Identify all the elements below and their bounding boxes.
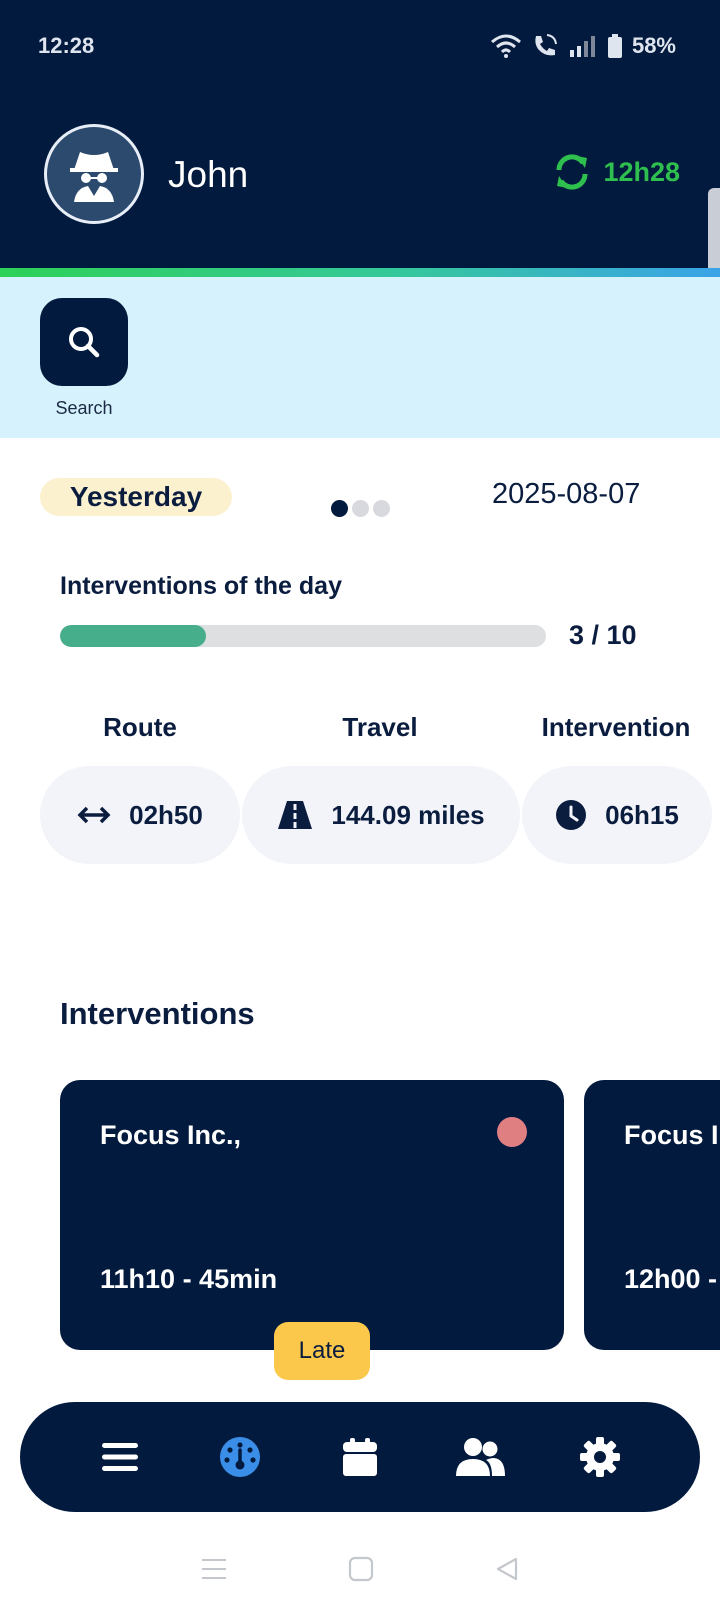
- nav-users[interactable]: [450, 1427, 510, 1487]
- app-header: 12:28 58% John 12h28: [0, 0, 720, 348]
- search-icon: [69, 327, 100, 358]
- day-date: 2025-08-07: [492, 478, 641, 510]
- status-time: 12:28: [38, 33, 95, 58]
- late-badge: Late: [274, 1322, 370, 1380]
- travel-stat: 144.09 miles: [242, 766, 520, 864]
- home-icon[interactable]: [348, 1556, 374, 1582]
- nav-dashboard[interactable]: [210, 1427, 270, 1487]
- bottom-nav: [20, 1402, 700, 1512]
- progress-track: [60, 625, 546, 647]
- accent-divider: [0, 268, 720, 277]
- route-label: Route: [103, 712, 177, 742]
- clock-icon: [556, 800, 587, 830]
- back-icon[interactable]: [494, 1556, 520, 1582]
- search-label: Search: [55, 398, 113, 418]
- calendar-icon: [343, 1438, 377, 1476]
- wifi-call-icon: [535, 34, 557, 56]
- interventions-title: Interventions: [60, 996, 255, 1031]
- progress-text: 3 / 10: [569, 620, 637, 650]
- card-status-dot: [497, 1117, 527, 1147]
- intervention-value: 06h15: [605, 799, 679, 830]
- quick-actions-bar: Search: [0, 277, 720, 438]
- progress-fill: [60, 625, 206, 647]
- nav-menu[interactable]: [90, 1427, 150, 1487]
- travel-label: Travel: [342, 712, 418, 742]
- sync-icon: [556, 154, 588, 190]
- intervention-label: Intervention: [541, 712, 691, 742]
- wifi-icon: [490, 34, 521, 58]
- nav-calendar[interactable]: [330, 1427, 390, 1487]
- incognito-user-icon: [70, 152, 118, 202]
- recents-icon[interactable]: [200, 1556, 228, 1582]
- system-nav-bar: [0, 1530, 720, 1608]
- arrows-horizontal-icon: [77, 806, 111, 824]
- card-company: Focus Inc.,: [100, 1120, 242, 1150]
- gear-icon: [580, 1437, 620, 1477]
- battery-percent: 58%: [631, 33, 676, 58]
- day-label: Yesterday: [40, 478, 232, 516]
- search-button[interactable]: [40, 298, 128, 386]
- intervention-card[interactable]: Focus Inc., 12h00 - 45min: [584, 1080, 720, 1350]
- battery-icon: [607, 34, 622, 58]
- road-icon: [278, 801, 313, 829]
- status-icons: 58%: [490, 32, 676, 60]
- dashboard-icon: [220, 1437, 260, 1477]
- avatar[interactable]: [44, 124, 144, 224]
- route-stat: 02h50: [40, 766, 240, 864]
- card-time: 11h10 - 45min: [100, 1264, 278, 1294]
- pager-dot[interactable]: [331, 500, 348, 517]
- sync-status[interactable]: 12h28: [553, 154, 680, 190]
- route-value: 02h50: [129, 799, 203, 830]
- progress-label: Interventions of the day: [60, 572, 342, 600]
- travel-value: 144.09 miles: [331, 799, 485, 830]
- pager-dot[interactable]: [373, 500, 390, 517]
- user-name: John: [168, 154, 249, 195]
- signal-icon: [569, 36, 595, 57]
- users-icon: [456, 1438, 505, 1476]
- day-pager[interactable]: [331, 500, 390, 517]
- card-company: Focus Inc.,: [624, 1120, 720, 1150]
- intervention-card[interactable]: Focus Inc., 11h10 - 45min: [60, 1080, 564, 1350]
- card-time: 12h00 - 45min: [624, 1264, 720, 1294]
- intervention-stat: 06h15: [522, 766, 712, 864]
- menu-icon: [102, 1443, 138, 1471]
- nav-settings[interactable]: [570, 1427, 630, 1487]
- pager-dot[interactable]: [352, 500, 369, 517]
- sync-time: 12h28: [603, 156, 680, 187]
